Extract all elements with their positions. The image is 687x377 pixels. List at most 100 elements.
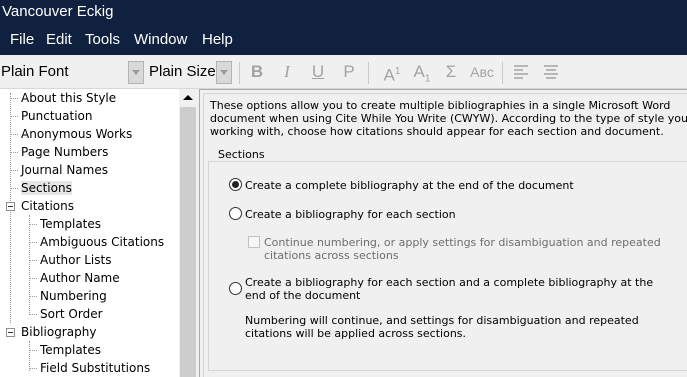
window-title: Vancouver Eckig bbox=[2, 3, 114, 20]
tree-item-ambiguous-citations[interactable]: Ambiguous Citations bbox=[40, 233, 164, 251]
tree-item-label: Journal Names bbox=[21, 163, 108, 177]
menu-file[interactable]: File bbox=[10, 30, 34, 50]
tree-item-label: Page Numbers bbox=[21, 145, 109, 159]
tree-item-citation-templates[interactable]: Templates bbox=[40, 215, 101, 233]
tree-item-label: Punctuation bbox=[21, 109, 93, 123]
tree-guide bbox=[10, 134, 18, 135]
underline-button[interactable]: U bbox=[306, 60, 330, 84]
tree-item-label: Anonymous Works bbox=[21, 127, 133, 141]
menu-edit[interactable]: Edit bbox=[46, 30, 72, 50]
tree-item-bibliography[interactable]: Bibliography bbox=[21, 323, 96, 341]
tree-item-label: Bibliography bbox=[21, 325, 97, 339]
tree-guide bbox=[29, 296, 37, 297]
tree-item-label: Author Lists bbox=[40, 253, 112, 267]
tree-item-about-this-style[interactable]: About this Style bbox=[21, 89, 116, 107]
tree-item-label: Ambiguous Citations bbox=[40, 235, 165, 249]
tree-item-page-numbers[interactable]: Page Numbers bbox=[21, 143, 108, 161]
subscript-mark: 1 bbox=[424, 73, 431, 85]
tree-guide bbox=[29, 260, 37, 261]
chevron-down-icon[interactable] bbox=[128, 61, 144, 84]
tree-item-anonymous-works[interactable]: Anonymous Works bbox=[21, 125, 132, 143]
tree-item-label: Sort Order bbox=[40, 307, 103, 321]
intro-line-2: document when using Cite While You Write… bbox=[210, 112, 687, 125]
continue-numbering-checkbox[interactable] bbox=[248, 236, 260, 248]
note-line-1: Numbering will continue, and settings fo… bbox=[245, 314, 639, 327]
toolbar-separator bbox=[368, 62, 369, 84]
symbol-button[interactable]: Σ bbox=[439, 60, 463, 84]
tree-guide bbox=[29, 350, 37, 351]
scrollbar-thumb[interactable] bbox=[180, 107, 196, 377]
tree-guide bbox=[10, 152, 18, 153]
intro-line-1: These options allow you to create multip… bbox=[210, 99, 671, 112]
tree-scrollbar[interactable] bbox=[179, 89, 197, 377]
option-each-and-complete-label-2[interactable]: end of the document bbox=[245, 289, 360, 302]
option-each-section-label[interactable]: Create a bibliography for each section bbox=[245, 208, 456, 221]
tree-guide bbox=[10, 170, 18, 171]
option-complete-bibliography-label[interactable]: Create a complete bibliography at the en… bbox=[245, 179, 574, 192]
tree-item-author-name[interactable]: Author Name bbox=[40, 269, 120, 287]
tree-item-label: Citations bbox=[21, 199, 75, 213]
tree-guide bbox=[29, 314, 37, 315]
tree-item-label: Field Substitutions bbox=[40, 361, 151, 375]
size-select[interactable]: Plain Size bbox=[148, 61, 232, 84]
bold-button[interactable]: B bbox=[245, 60, 269, 84]
radio-bibliography-each-section[interactable] bbox=[229, 207, 242, 220]
tree-item-journal-names[interactable]: Journal Names bbox=[21, 161, 108, 179]
plain-button[interactable]: P bbox=[337, 60, 361, 84]
superscript-mark: 1 bbox=[394, 66, 401, 77]
superscript-button[interactable]: A1 bbox=[380, 60, 404, 85]
font-select[interactable]: Plain Font bbox=[0, 61, 144, 84]
tree-guide bbox=[29, 368, 37, 369]
sections-group-title: Sections bbox=[216, 148, 267, 161]
tree-item-field-substitutions[interactable]: Field Substitutions bbox=[40, 359, 150, 377]
radio-each-section-and-complete[interactable] bbox=[229, 282, 242, 295]
tree-guide bbox=[10, 188, 18, 189]
align-left-button[interactable] bbox=[509, 60, 533, 84]
tree-item-punctuation[interactable]: Punctuation bbox=[21, 107, 92, 125]
tree-item-sort-order[interactable]: Sort Order bbox=[40, 305, 103, 323]
format-toolbar: Plain Font Plain Size B I U P A1 A1 Σ Aʙ… bbox=[0, 55, 687, 89]
toolbar-separator bbox=[502, 62, 503, 84]
toolbar-separator bbox=[239, 62, 240, 84]
menu-tools[interactable]: Tools bbox=[85, 30, 120, 50]
note-line-2: citations will be applied across section… bbox=[245, 327, 467, 340]
tree-item-label: Templates bbox=[40, 217, 102, 231]
small-caps-button[interactable]: Aʙᴄ bbox=[468, 60, 496, 84]
tree-item-label: Numbering bbox=[40, 289, 107, 303]
align-justify-button[interactable] bbox=[539, 60, 563, 84]
menu-bar: File Edit Tools Window Help bbox=[0, 27, 687, 55]
collapse-icon[interactable] bbox=[6, 328, 15, 337]
tree-guide bbox=[29, 341, 30, 371]
italic-button[interactable]: I bbox=[275, 60, 299, 84]
chevron-down-icon[interactable] bbox=[216, 61, 232, 84]
tree-guide bbox=[10, 98, 18, 99]
align-left-icon bbox=[514, 65, 528, 79]
tree-guide bbox=[29, 224, 37, 225]
tree-item-numbering[interactable]: Numbering bbox=[40, 287, 107, 305]
radio-complete-bibliography[interactable] bbox=[229, 178, 242, 191]
size-select-value: Plain Size bbox=[149, 63, 216, 80]
option-each-and-complete-label-1[interactable]: Create a bibliography for each section a… bbox=[245, 276, 653, 289]
tree-guide bbox=[29, 278, 37, 279]
tree-item-label: Templates bbox=[40, 343, 102, 357]
title-bar: Vancouver Eckig bbox=[0, 0, 687, 27]
subscript-base: A bbox=[413, 62, 425, 81]
tree-item-bibliography-templates[interactable]: Templates bbox=[40, 341, 101, 359]
collapse-icon[interactable] bbox=[6, 202, 15, 211]
superscript-base: A bbox=[383, 65, 395, 85]
continue-numbering-label-1: Continue numbering, or apply settings fo… bbox=[264, 236, 661, 249]
align-justify-icon bbox=[544, 65, 558, 79]
tree-item-label: Author Name bbox=[40, 271, 120, 285]
tree-item-sections[interactable]: Sections bbox=[21, 179, 72, 197]
tree-guide bbox=[29, 242, 37, 243]
intro-line-3: working with, choose how citations shoul… bbox=[210, 125, 664, 138]
scroll-up-arrow-icon[interactable] bbox=[179, 89, 197, 106]
tree-guide bbox=[29, 215, 30, 313]
tree-guide bbox=[10, 116, 18, 117]
subscript-button[interactable]: A1 bbox=[410, 60, 434, 84]
menu-help[interactable]: Help bbox=[202, 30, 233, 50]
tree-item-author-lists[interactable]: Author Lists bbox=[40, 251, 111, 269]
menu-window[interactable]: Window bbox=[134, 30, 187, 50]
tree-item-label: Sections bbox=[21, 181, 72, 195]
tree-item-citations[interactable]: Citations bbox=[21, 197, 74, 215]
